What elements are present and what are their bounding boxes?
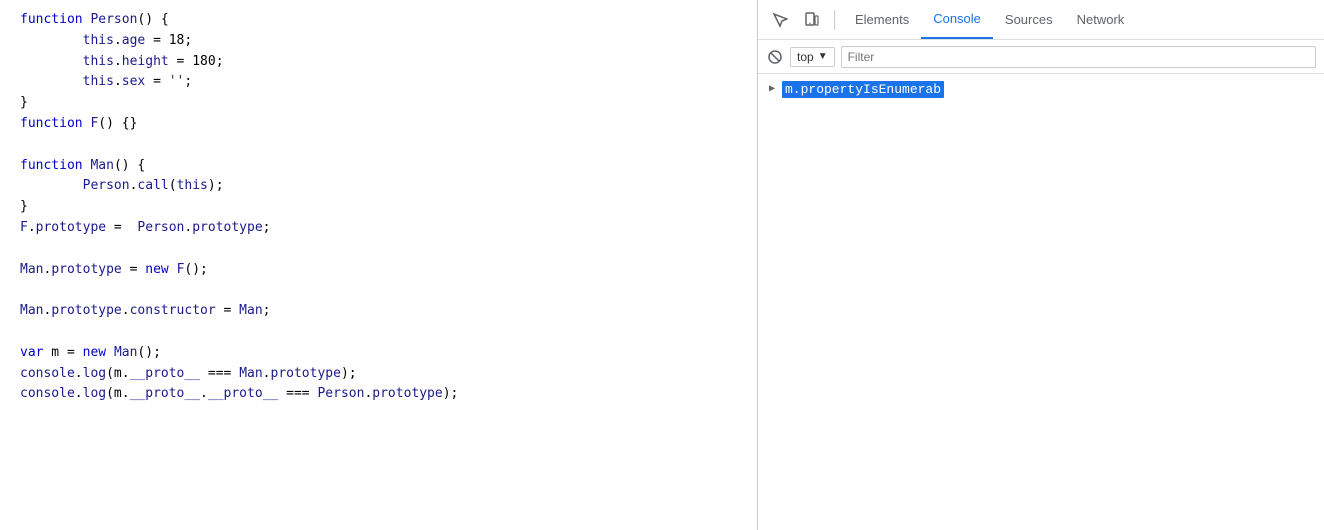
context-selector[interactable]: top ▼ [790,47,835,67]
tab-list: Elements Console Sources Network [843,0,1316,39]
console-output: ▶ m.propertyIsEnumerab [758,74,1324,530]
toolbar-separator [834,10,835,30]
filter-input[interactable] [841,46,1316,68]
console-entry[interactable]: ▶ m.propertyIsEnumerab [758,78,1324,100]
devtools-panel: Elements Console Sources Network top ▼ [758,0,1324,530]
console-value: m.propertyIsEnumerab [782,81,944,98]
tab-elements[interactable]: Elements [843,0,921,39]
tab-sources[interactable]: Sources [993,0,1065,39]
devtools-toolbar: Elements Console Sources Network [758,0,1324,40]
console-toolbar: top ▼ [758,40,1324,74]
code-panel: function Person() { this.age = 18; this.… [0,0,758,530]
expand-arrow[interactable]: ▶ [766,83,778,95]
block-icon[interactable] [766,48,784,66]
inspect-icon[interactable] [766,6,794,34]
device-icon[interactable] [798,6,826,34]
code-content: function Person() { this.age = 18; this.… [20,10,737,405]
tab-network[interactable]: Network [1065,0,1137,39]
context-label: top [797,50,814,64]
tab-console[interactable]: Console [921,0,993,39]
dropdown-arrow: ▼ [818,51,828,62]
